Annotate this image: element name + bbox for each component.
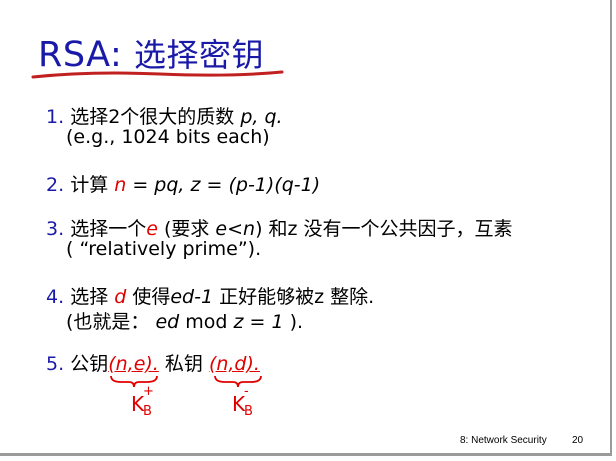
detail-z: z = 1: [233, 311, 284, 333]
key-sup: -: [244, 384, 249, 399]
step-4: 4. 选择 d 使得ed-1 正好能够被z 整除.: [46, 282, 374, 309]
footer-course: 8: Network Security: [460, 435, 547, 446]
step-vars: p, q.: [240, 106, 283, 128]
step-number: 2.: [46, 174, 65, 196]
expr-ed: ed-1: [170, 286, 214, 308]
step-mid: (要求: [157, 218, 216, 240]
step-3: 3. 选择一个e (要求 e<n) 和z 没有一个公共因子，互素: [46, 214, 513, 241]
detail-a: (也就是：: [66, 311, 156, 333]
private-key-label: 私钥: [158, 353, 209, 375]
var-d: d: [114, 286, 127, 308]
step-number: 4.: [46, 286, 65, 308]
detail-ed: ed: [155, 311, 180, 333]
public-key-value: (n,e).: [108, 353, 159, 375]
private-key-value: (n,d).: [208, 353, 260, 375]
private-key-brace: [214, 375, 262, 388]
footer-page: 20: [572, 435, 584, 446]
key-sup: +: [143, 384, 154, 399]
public-key-symbol: K + B: [131, 384, 154, 419]
step-1-detail: (e.g., 1024 bits each): [66, 126, 270, 148]
step-number: 5.: [46, 353, 65, 375]
detail-mod: mod: [179, 311, 234, 333]
step-number: 3.: [46, 218, 65, 240]
condition: e<n: [215, 218, 256, 240]
step-4-detail: (也就是： ed mod z = 1 ).: [66, 307, 303, 334]
step-text: 选择一个: [70, 218, 147, 240]
step-number: 1.: [46, 106, 65, 128]
detail-end: ).: [283, 311, 304, 333]
var-n: n: [114, 174, 127, 196]
step-text: 选择: [70, 286, 109, 308]
step-rest: ) 和z 没有一个公共因子，互素: [255, 218, 513, 240]
private-key-symbol: K - B: [232, 384, 253, 419]
title-underline: [31, 70, 284, 79]
formula: = pq, z = (p-1)(q-1): [126, 174, 321, 196]
step-rest: 正好能够被z 整除.: [213, 286, 375, 308]
step-5: 5. 公钥(n,e). 私钥 (n,d).: [46, 349, 260, 376]
step-mid: 使得: [126, 286, 171, 308]
step-text: 选择2个很大的质数: [70, 106, 235, 128]
key-sub: B: [143, 404, 152, 419]
step-2: 2. 计算 n = pq, z = (p-1)(q-1): [46, 170, 320, 197]
step-1: 1. 选择2个很大的质数 p, q.: [46, 102, 283, 129]
step-text: 计算: [70, 174, 109, 196]
step-3-detail: ( “relatively prime”).: [66, 238, 262, 260]
key-sub: B: [244, 404, 253, 419]
var-e: e: [146, 218, 158, 240]
public-key-label: 公钥: [70, 353, 109, 375]
